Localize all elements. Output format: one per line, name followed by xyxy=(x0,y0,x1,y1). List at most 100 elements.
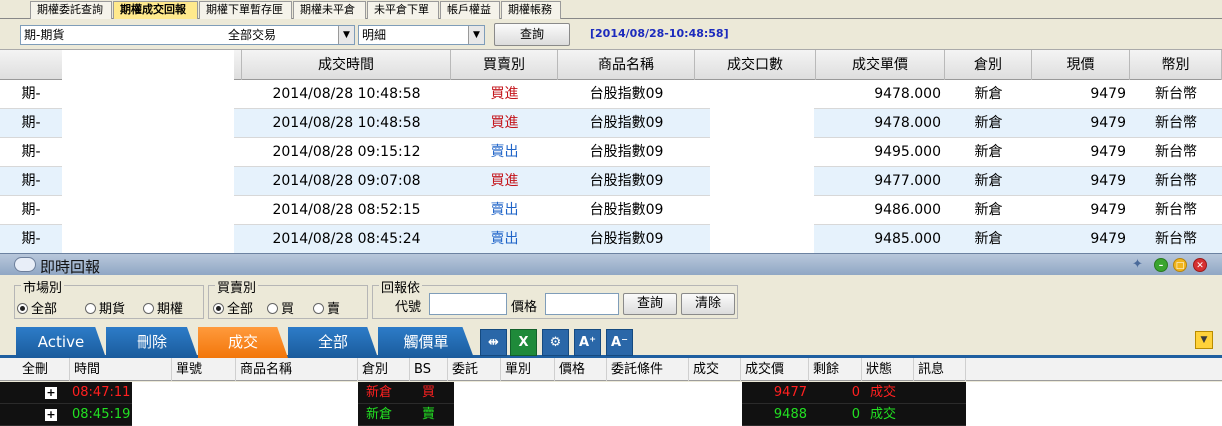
grid-header-order-no[interactable]: 單號 xyxy=(172,358,236,381)
header-position[interactable]: 倉別 xyxy=(945,50,1032,80)
grid-header-status[interactable]: 狀態 xyxy=(862,358,914,381)
tab-active[interactable]: Active xyxy=(16,327,106,358)
cell-side: 買進 xyxy=(490,86,519,102)
header-unit-price[interactable]: 成交單價 xyxy=(816,50,945,80)
cell-currency: 新台幣 xyxy=(1155,144,1197,160)
expand-icon[interactable]: + xyxy=(45,387,57,399)
radio-side-buy[interactable]: 買 xyxy=(267,298,294,317)
header-trade-time[interactable]: 成交時間 xyxy=(242,50,451,80)
row-status: 成交 xyxy=(870,385,897,400)
cell-unit-price: 9477.000 xyxy=(874,173,941,189)
query-button[interactable]: 查詢 xyxy=(494,23,570,46)
tab-account-equity[interactable]: 帳戶權益 xyxy=(440,1,500,19)
header-currency[interactable]: 幣別 xyxy=(1130,50,1222,80)
cell-current-price: 9479 xyxy=(1090,86,1126,102)
redaction-block xyxy=(132,382,358,404)
market-group-title: 市場別 xyxy=(21,277,65,296)
cell-currency: 新台幣 xyxy=(1155,115,1197,131)
price-input[interactable] xyxy=(545,293,619,315)
header-product[interactable]: 商品名稱 xyxy=(558,50,695,80)
radio-dot xyxy=(85,303,96,314)
code-input[interactable] xyxy=(429,293,507,315)
header-current-price[interactable]: 現價 xyxy=(1032,50,1130,80)
tab-order-query[interactable]: 期權委託查詢 xyxy=(30,1,112,19)
trade-table: 成交時間 買賣別 商品名稱 成交口數 成交單價 倉別 現價 幣別 期- 2014/… xyxy=(0,50,1222,253)
radio-market-all[interactable]: 全部 xyxy=(17,298,57,317)
grid-header-remaining[interactable]: 剩餘 xyxy=(809,358,862,381)
tab-order-buffer[interactable]: 期權下單暫存匣 xyxy=(199,1,292,19)
grid-header-fill-price[interactable]: 成交價 xyxy=(741,358,809,381)
tab-all[interactable]: 全部 xyxy=(288,327,378,358)
report-row[interactable]: +08:45:19 新倉 賣 9488 0 成交 xyxy=(0,404,966,426)
radio-side-sell[interactable]: 賣 xyxy=(313,298,340,317)
column-resize-icon[interactable]: ⇹ xyxy=(480,329,507,356)
header-side[interactable]: 買賣別 xyxy=(451,50,558,80)
grid-header-order-qty[interactable]: 委託 xyxy=(448,358,501,381)
expand-icon[interactable]: + xyxy=(45,409,57,421)
chevron-down-icon[interactable]: ▼ xyxy=(468,26,484,44)
cell-unit-price: 9478.000 xyxy=(874,86,941,102)
realtime-filter-area: 市場別 全部 期貨 期權 買賣別 全部 買 賣 回報依 代號 價格 查詢 清除 xyxy=(0,275,1222,323)
grid-header-bs[interactable]: BS xyxy=(410,358,448,381)
radio-market-futures[interactable]: 期貨 xyxy=(85,298,125,317)
minimize-icon[interactable]: – xyxy=(1154,258,1168,272)
grid-empty-area xyxy=(966,382,1222,404)
tab-open-position-order[interactable]: 未平倉下單 xyxy=(367,1,439,19)
grid-header-order-type[interactable]: 單別 xyxy=(501,358,555,381)
row-remaining: 0 xyxy=(851,407,860,422)
radio-side-all[interactable]: 全部 xyxy=(213,298,253,317)
cell-side: 賣出 xyxy=(490,144,519,160)
panel-dropdown-icon[interactable]: ▼ xyxy=(1195,331,1213,349)
grid-header-order-condition[interactable]: 委託條件 xyxy=(607,358,689,381)
report-row[interactable]: +08:47:11 新倉 買 9477 0 成交 xyxy=(0,382,966,404)
tab-filled[interactable]: 成交 xyxy=(198,327,288,358)
row-time: 08:47:11 xyxy=(72,385,131,400)
tab-open-positions[interactable]: 期權未平倉 xyxy=(293,1,366,19)
panel-icon xyxy=(14,257,36,272)
maximize-icon[interactable]: □ xyxy=(1173,258,1187,272)
close-icon[interactable]: ✕ xyxy=(1193,258,1207,272)
grid-header-position[interactable]: 倉別 xyxy=(358,358,410,381)
tab-trade-report[interactable]: 期權成交回報 xyxy=(113,1,198,19)
header-quantity[interactable]: 成交口數 xyxy=(695,50,816,80)
excel-export-icon[interactable]: X xyxy=(510,329,537,356)
cell-currency: 新台幣 xyxy=(1155,202,1197,218)
cell-side: 賣出 xyxy=(490,231,519,247)
cell-product: 台股指數09 xyxy=(589,144,664,160)
detail-select-value: 明細 xyxy=(362,28,387,42)
cell-product: 台股指數09 xyxy=(589,173,664,189)
grid-header-time[interactable]: 時間 xyxy=(70,358,172,381)
cell-product: 台股指數09 xyxy=(589,86,664,102)
side-group: 買賣別 全部 買 賣 xyxy=(208,277,368,319)
filter-query-button[interactable]: 查詢 xyxy=(623,293,677,315)
tab-deleted[interactable]: 刪除 xyxy=(106,327,198,358)
cell-trade-time: 2014/08/28 10:48:58 xyxy=(272,115,421,131)
grid-header-message[interactable]: 訊息 xyxy=(914,358,966,381)
cell-position: 新倉 xyxy=(974,115,1003,131)
cell-trade-time: 2014/08/28 08:52:15 xyxy=(272,202,421,218)
grid-header-product[interactable]: 商品名稱 xyxy=(236,358,358,381)
cell-account: 期- xyxy=(21,144,41,160)
chevron-down-icon[interactable]: ▼ xyxy=(338,26,354,44)
pin-icon[interactable]: ✦ xyxy=(1132,257,1143,272)
tab-touch-order[interactable]: 觸價單 xyxy=(378,327,474,358)
trade-type-select[interactable]: 全部交易 ▼ xyxy=(225,25,355,45)
redaction-block xyxy=(710,80,814,253)
row-bs: 賣 xyxy=(422,407,436,422)
cell-side: 賣出 xyxy=(490,202,519,218)
tab-account-ledger[interactable]: 期權帳務 xyxy=(501,1,561,19)
radio-dot xyxy=(313,303,324,314)
settings-gear-icon[interactable]: ⚙ xyxy=(542,329,569,356)
cell-currency: 新台幣 xyxy=(1155,86,1197,102)
radio-market-options[interactable]: 期權 xyxy=(143,298,183,317)
grid-header-filled[interactable]: 成交 xyxy=(689,358,741,381)
query-bar: 期-期貨 全部交易 ▼ 明細 ▼ 查詢 [2014/08/28-10:48:58… xyxy=(0,19,1222,50)
grid-header-price[interactable]: 價格 xyxy=(555,358,607,381)
clear-button[interactable]: 清除 xyxy=(681,293,735,315)
font-decrease-button[interactable]: A⁻ xyxy=(606,329,633,356)
grid-header-delete-all[interactable]: 全刪 xyxy=(18,358,70,381)
detail-select[interactable]: 明細 ▼ xyxy=(358,25,485,45)
cell-position: 新倉 xyxy=(974,144,1003,160)
font-increase-button[interactable]: A⁺ xyxy=(574,329,601,356)
cell-currency: 新台幣 xyxy=(1155,173,1197,189)
